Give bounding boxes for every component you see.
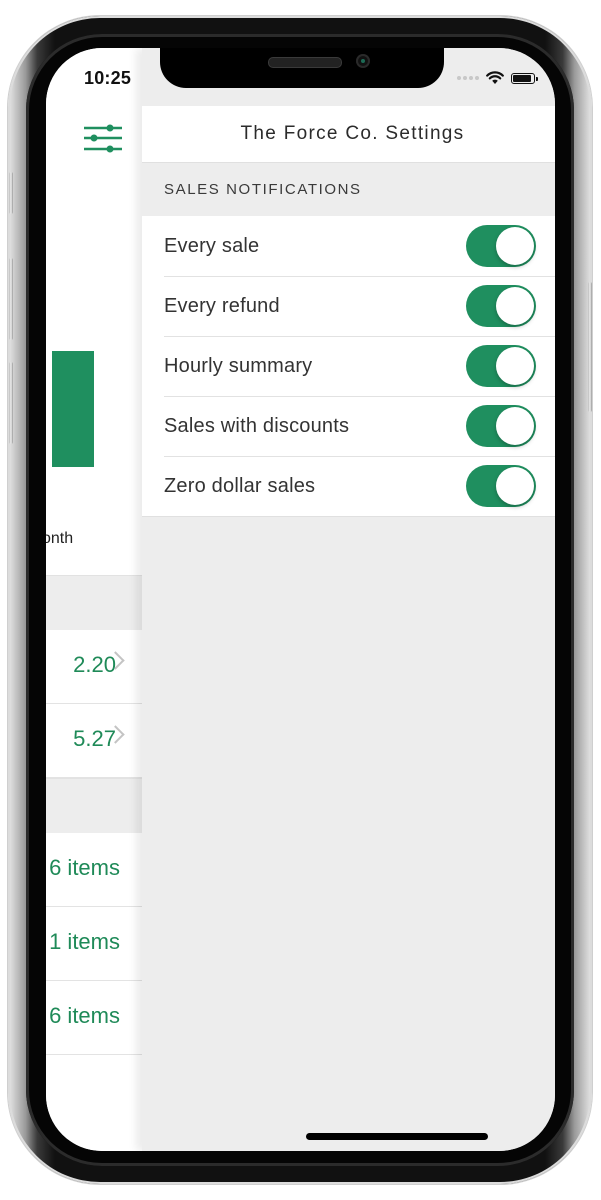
- power-button: [588, 282, 592, 412]
- toggle-row-hourly-summary[interactable]: Hourly summary: [142, 336, 555, 396]
- notch: [160, 48, 444, 88]
- screen: 10:25 onth 2.20 5.27 6 items 1 items 6 i…: [46, 48, 555, 1151]
- items-row[interactable]: 6 items: [46, 833, 142, 907]
- items-row[interactable]: 1 items: [46, 907, 142, 981]
- nav-bar: The Force Co. Settings: [142, 106, 555, 163]
- toggle-knob: [496, 467, 534, 505]
- toggle-row-sales-with-discounts[interactable]: Sales with discounts: [142, 396, 555, 456]
- settings-panel: The Force Co. Settings SALES NOTIFICATIO…: [142, 48, 555, 1151]
- status-icons: [457, 70, 538, 86]
- toggle-knob: [496, 407, 534, 445]
- speaker-grille: [268, 57, 342, 68]
- value-row[interactable]: 2.20: [46, 630, 142, 704]
- zero-dollar-sales-toggle[interactable]: [466, 465, 536, 507]
- signal-dots-icon: [457, 76, 479, 80]
- items-count: 6 items: [49, 1003, 120, 1028]
- section-header: SALES NOTIFICATIONS: [164, 181, 362, 198]
- toggle-label: Zero dollar sales: [164, 474, 316, 497]
- sliders-filter-icon[interactable]: [84, 122, 122, 154]
- every-refund-toggle[interactable]: [466, 285, 536, 327]
- hourly-summary-toggle[interactable]: [466, 345, 536, 387]
- front-camera: [356, 54, 370, 68]
- toggle-label: Hourly summary: [164, 354, 313, 377]
- value-row[interactable]: 5.27: [46, 704, 142, 778]
- battery-icon: [511, 72, 538, 84]
- items-row[interactable]: 6 items: [46, 981, 142, 1055]
- items-count: 6 items: [49, 855, 120, 880]
- volume-up-button: [9, 258, 13, 340]
- main-view-panel[interactable]: 10:25 onth 2.20 5.27 6 items 1 items 6 i…: [46, 48, 142, 1151]
- home-indicator[interactable]: [306, 1133, 488, 1140]
- toggle-knob: [496, 287, 534, 325]
- toggle-row-every-sale[interactable]: Every sale: [142, 216, 555, 276]
- toggle-label: Sales with discounts: [164, 414, 350, 437]
- sales-with-discounts-toggle[interactable]: [466, 405, 536, 447]
- toggle-row-every-refund[interactable]: Every refund: [142, 276, 555, 336]
- status-time: 10:25: [84, 68, 132, 88]
- toggle-label: Every refund: [164, 294, 280, 317]
- period-label: onth: [46, 530, 74, 547]
- items-count: 1 items: [49, 929, 120, 954]
- chart-bar: [52, 351, 94, 467]
- page-title: The Force Co. Settings: [240, 123, 465, 144]
- toggle-knob: [496, 347, 534, 385]
- volume-down-button: [9, 362, 13, 444]
- every-sale-toggle[interactable]: [466, 225, 536, 267]
- notification-toggle-list: Every sale Every refund Hourly summary S…: [142, 216, 555, 517]
- section-header-1: [46, 575, 142, 631]
- mute-switch: [9, 172, 13, 214]
- toggle-row-zero-dollar-sales[interactable]: Zero dollar sales: [142, 456, 555, 516]
- section-header-2: [46, 778, 142, 834]
- toggle-label: Every sale: [164, 234, 260, 257]
- toggle-knob: [496, 227, 534, 265]
- wifi-icon: [486, 71, 504, 84]
